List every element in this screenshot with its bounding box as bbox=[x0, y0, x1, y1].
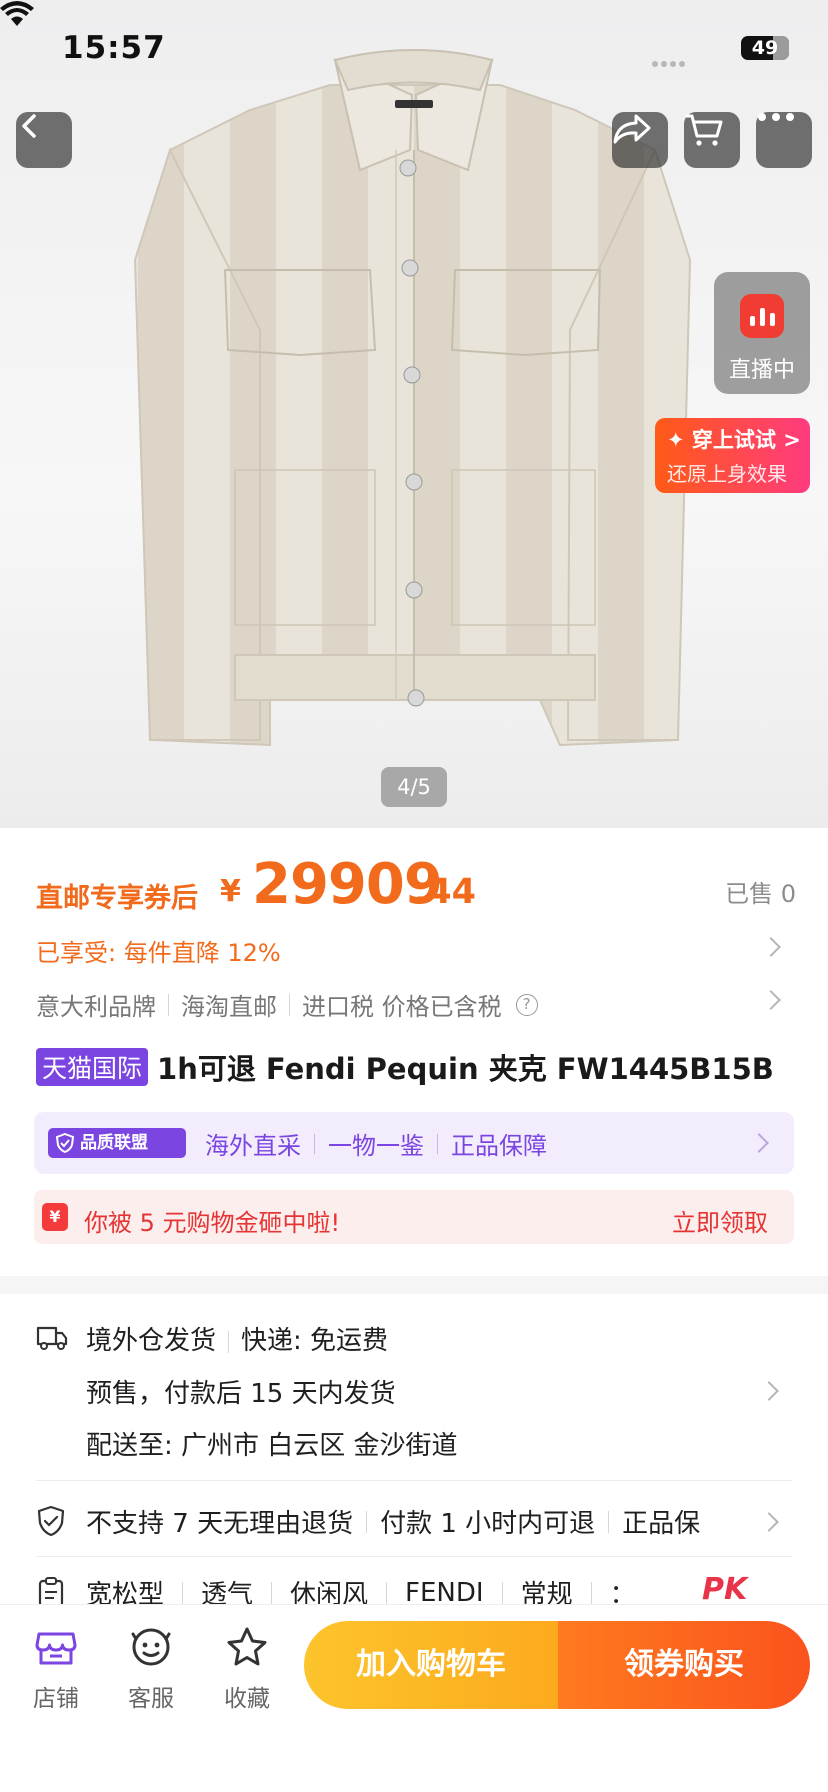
price-decimal: .44 bbox=[414, 872, 477, 912]
guarantee-list: 不支持 7 天无理由退货 付款 1 小时内可退 正品保 bbox=[86, 1503, 786, 1540]
shop-icon bbox=[35, 1632, 77, 1665]
divider bbox=[36, 1480, 792, 1481]
guarantee-item: 不支持 7 天无理由退货 bbox=[86, 1509, 354, 1539]
tag-item: 海淘直邮 bbox=[181, 993, 277, 1021]
live-stream-button[interactable]: 直播中 bbox=[714, 272, 810, 394]
product-detail-page: 15:57 49 直播中 ✦ 穿上试试 > 还原上身效果 4/5 直邮专享券后 … bbox=[0, 0, 828, 1792]
shield-icon bbox=[55, 1133, 75, 1153]
cellular-signal-icon bbox=[652, 52, 690, 67]
tag-item: 进口税 价格已含税 bbox=[302, 993, 502, 1021]
tags-list: 意大利品牌 海淘直邮 进口税 价格已含税 ? bbox=[36, 987, 538, 1022]
chevron-right-icon bbox=[759, 1381, 779, 1401]
shipping-origin-line: 境外仓发货 快递: 免运费 bbox=[86, 1320, 388, 1357]
tmall-global-badge: 天猫国际 bbox=[36, 1048, 149, 1086]
yen-icon: ¥ bbox=[42, 1203, 68, 1231]
status-bar: 15:57 49 bbox=[0, 0, 828, 98]
attribute-item: FENDI bbox=[405, 1577, 484, 1608]
wifi-icon bbox=[0, 1, 34, 26]
shield-check-icon bbox=[37, 1505, 65, 1537]
status-time: 15:57 bbox=[62, 30, 166, 66]
coupon-banner[interactable]: ¥ 你被 5 元购物金砸中啦! 立即领取 bbox=[34, 1190, 794, 1244]
more-icon bbox=[758, 113, 794, 121]
back-icon bbox=[22, 114, 36, 138]
share-icon bbox=[613, 114, 651, 144]
product-title-row: 天猫国际 1h可退 Fendi Pequin 夹克 FW1445B15B bbox=[36, 1046, 796, 1088]
help-icon[interactable]: ? bbox=[515, 993, 538, 1016]
shipping-section[interactable]: 境外仓发货 快递: 免运费 预售，付款后 15 天内发货 配送至: 广州市 白云区… bbox=[36, 1318, 796, 1478]
cart-icon bbox=[686, 114, 723, 146]
quality-item: 海外直采 bbox=[205, 1132, 301, 1160]
try-on-button[interactable]: ✦ 穿上试试 > 还原上身效果 bbox=[655, 418, 810, 493]
shipping-origin: 境外仓发货 bbox=[86, 1326, 217, 1356]
divider bbox=[36, 1556, 792, 1557]
tag-item: 意大利品牌 bbox=[36, 993, 156, 1021]
quality-alliance-banner[interactable]: 品质联盟 海外直采 一物一鉴 正品保障 bbox=[34, 1112, 794, 1174]
back-button[interactable] bbox=[16, 112, 72, 168]
chevron-right-icon bbox=[761, 990, 781, 1010]
coupon-text: 你被 5 元购物金砸中啦! bbox=[84, 1209, 341, 1237]
guarantee-item: 正品保 bbox=[622, 1509, 701, 1539]
live-label: 直播中 bbox=[728, 358, 795, 383]
shipping-express: 快递: 免运费 bbox=[241, 1326, 389, 1356]
product-title: 1h可退 Fendi Pequin 夹克 FW1445B15B bbox=[157, 1052, 774, 1086]
truck-icon bbox=[36, 1326, 68, 1350]
chevron-right-icon bbox=[761, 937, 781, 957]
bottom-action-bar: 店铺 客服 收藏 加入购物车 领券购买 bbox=[0, 1604, 828, 1792]
discount-text: 已享受: 每件直降 12% bbox=[36, 939, 281, 967]
favorite-label: 收藏 bbox=[224, 1686, 270, 1712]
star-icon bbox=[227, 1627, 267, 1666]
live-icon bbox=[740, 294, 784, 338]
more-button[interactable] bbox=[756, 112, 812, 168]
cart-button[interactable] bbox=[684, 112, 740, 168]
sold-count: 已售 0 bbox=[725, 880, 796, 908]
buy-with-coupon-button[interactable]: 领券购买 bbox=[558, 1621, 810, 1709]
battery-indicator: 49 bbox=[741, 36, 789, 60]
quality-badge: 品质联盟 bbox=[48, 1128, 186, 1158]
try-on-title: ✦ 穿上试试 > bbox=[667, 428, 801, 452]
quality-item: 一物一鉴 bbox=[328, 1132, 424, 1160]
product-image-carousel[interactable]: 15:57 49 直播中 ✦ 穿上试试 > 还原上身效果 4/5 bbox=[0, 0, 828, 828]
shop-label: 店铺 bbox=[33, 1686, 79, 1712]
quality-items: 海外直采 一物一鉴 正品保障 bbox=[170, 1126, 547, 1161]
price-prefix: 直邮专享券后 bbox=[36, 883, 198, 914]
presale-info: 预售，付款后 15 天内发货 bbox=[86, 1379, 396, 1409]
quality-item: 正品保障 bbox=[451, 1132, 547, 1160]
customer-service-button[interactable]: 客服 bbox=[111, 1625, 191, 1713]
delivery-destination: 配送至: 广州市 白云区 金沙街道 bbox=[86, 1431, 458, 1461]
try-on-subtitle: 还原上身效果 bbox=[667, 462, 787, 486]
add-to-cart-button[interactable]: 加入购物车 bbox=[304, 1621, 558, 1709]
service-icon bbox=[131, 1628, 171, 1666]
guarantee-row[interactable]: 不支持 7 天无理由退货 付款 1 小时内可退 正品保 bbox=[36, 1503, 796, 1543]
claim-coupon-button[interactable]: 立即领取 bbox=[672, 1203, 768, 1238]
service-label: 客服 bbox=[128, 1686, 174, 1712]
pk-button[interactable]: PK bbox=[702, 1574, 747, 1607]
image-pager: 4/5 bbox=[381, 767, 447, 807]
favorite-button[interactable]: 收藏 bbox=[207, 1625, 287, 1713]
chevron-right-icon bbox=[749, 1133, 769, 1153]
section-divider bbox=[0, 1276, 828, 1294]
currency-symbol: ¥ bbox=[220, 874, 241, 909]
guarantee-item: 付款 1 小时内可退 bbox=[380, 1509, 596, 1539]
price-row: 直邮专享券后 ¥ 29909 .44 已售 0 bbox=[36, 852, 796, 917]
shop-button[interactable]: 店铺 bbox=[16, 1625, 96, 1713]
share-button[interactable] bbox=[612, 112, 668, 168]
